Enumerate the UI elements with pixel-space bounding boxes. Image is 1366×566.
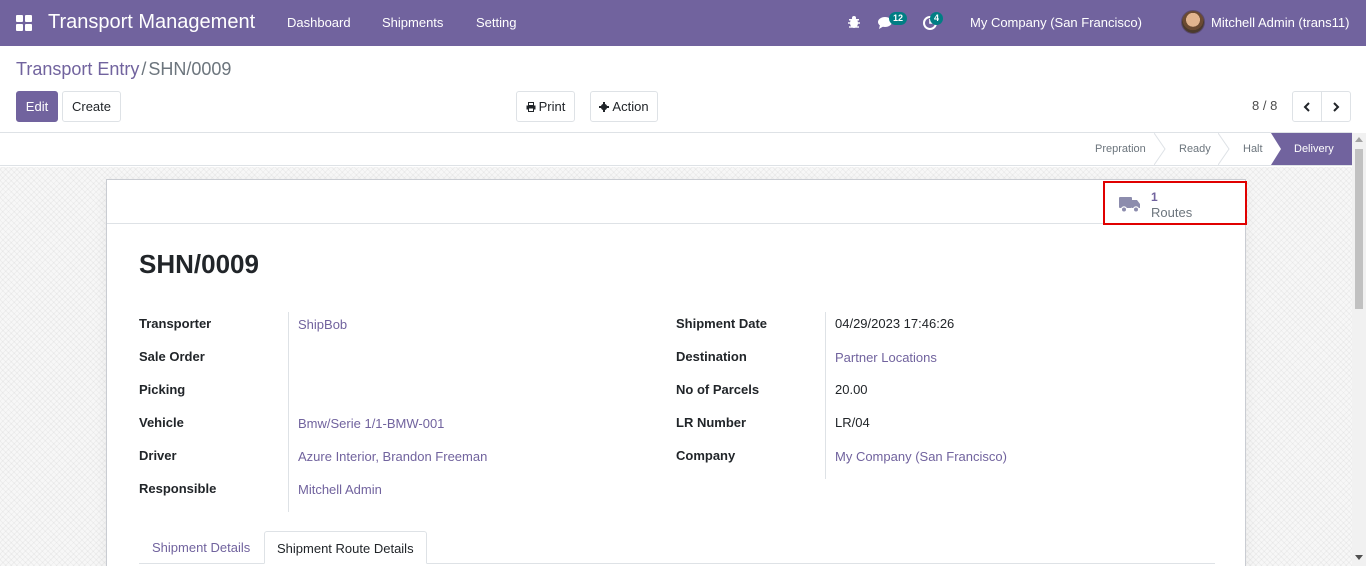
stage-separator — [1218, 133, 1230, 165]
field-value-driver[interactable]: Azure Interior, Brandon Freeman — [298, 449, 487, 464]
field-label-company: Company — [676, 448, 736, 463]
field-label-vehicle: Vehicle — [139, 415, 184, 430]
tab-shipment-route-details[interactable]: Shipment Route Details — [264, 531, 427, 564]
menu-shipments[interactable]: Shipments — [382, 15, 443, 30]
field-label-parcels: No of Parcels — [676, 382, 760, 397]
menu-dashboard[interactable]: Dashboard — [287, 15, 351, 30]
messages-badge: 12 — [889, 12, 908, 25]
stage-halt[interactable]: Halt — [1243, 133, 1263, 165]
field-label-transporter: Transporter — [139, 316, 212, 331]
field-value-vehicle[interactable]: Bmw/Serie 1/1-BMW-001 — [298, 416, 444, 431]
form-sheet: 1 Routes SHN/0009 Transporter ShipBob Sa… — [106, 179, 1247, 566]
company-switcher[interactable]: My Company (San Francisco) — [970, 15, 1142, 30]
field-value-parcels: 20.00 — [835, 382, 868, 397]
pager-previous-button[interactable] — [1292, 91, 1322, 122]
scrollbar[interactable] — [1352, 133, 1366, 566]
field-value-transporter[interactable]: ShipBob — [298, 317, 347, 332]
field-value-responsible[interactable]: Mitchell Admin — [298, 482, 382, 497]
top-navbar: Transport Management Dashboard Shipments… — [0, 0, 1366, 46]
stage-ready[interactable]: Ready — [1179, 133, 1211, 165]
field-label-driver: Driver — [139, 448, 177, 463]
pager-value[interactable]: 8 / 8 — [1252, 98, 1277, 113]
breadcrumb-current: SHN/0009 — [148, 59, 232, 79]
routes-label: Routes — [1151, 205, 1193, 220]
edit-button[interactable]: Edit — [16, 91, 58, 122]
field-value-company[interactable]: My Company (San Francisco) — [835, 449, 1007, 464]
print-button[interactable]: Print — [516, 91, 575, 122]
bug-icon[interactable] — [846, 14, 862, 30]
stage-delivery[interactable]: Delivery — [1294, 133, 1334, 165]
chevron-left-icon — [1303, 101, 1310, 112]
right-group-divider — [825, 312, 826, 479]
field-label-picking: Picking — [139, 382, 186, 397]
routes-count: 1 — [1151, 190, 1158, 204]
field-label-lr-number: LR Number — [676, 415, 747, 430]
print-icon — [526, 101, 536, 112]
breadcrumb-parent[interactable]: Transport Entry — [16, 59, 139, 79]
print-label: Print — [538, 99, 566, 114]
field-value-shipment-date: 04/29/2023 17:46:26 — [835, 316, 955, 331]
apps-menu-icon[interactable] — [16, 15, 32, 31]
app-title[interactable]: Transport Management — [48, 11, 255, 34]
breadcrumb: Transport Entry / SHN/0009 — [16, 59, 231, 80]
breadcrumb-separator: / — [141, 59, 147, 79]
create-button[interactable]: Create — [62, 91, 121, 122]
field-label-sale-order: Sale Order — [139, 349, 205, 364]
stage-prepration[interactable]: Prepration — [1095, 133, 1146, 165]
field-value-lr-number: LR/04 — [835, 415, 870, 430]
chevron-right-icon — [1333, 101, 1340, 112]
activities-badge: 4 — [930, 12, 944, 25]
left-group-divider — [288, 312, 289, 512]
stage-separator — [1154, 133, 1166, 165]
smart-button-box — [107, 180, 1245, 224]
field-label-responsible: Responsible — [139, 481, 217, 496]
menu-setting[interactable]: Setting — [476, 15, 516, 30]
scroll-down-arrow[interactable] — [1355, 555, 1363, 560]
field-label-shipment-date: Shipment Date — [676, 316, 768, 331]
scroll-up-arrow[interactable] — [1355, 137, 1363, 142]
truck-icon — [1119, 197, 1140, 213]
action-button[interactable]: Action — [590, 91, 658, 122]
record-title: SHN/0009 — [139, 249, 259, 279]
routes-smart-button[interactable]: 1 Routes — [1103, 181, 1247, 225]
statusbar: Prepration Ready Halt Delivery — [0, 133, 1352, 166]
user-menu[interactable]: Mitchell Admin (trans11) — [1211, 15, 1349, 30]
field-label-destination: Destination — [676, 349, 747, 364]
action-label: Action — [612, 99, 649, 114]
field-value-destination[interactable]: Partner Locations — [835, 350, 937, 365]
gear-icon — [599, 101, 610, 112]
pager-next-button[interactable] — [1321, 91, 1351, 122]
scroll-thumb[interactable] — [1355, 149, 1363, 309]
user-avatar[interactable] — [1181, 10, 1205, 34]
tab-shipment-details[interactable]: Shipment Details — [140, 531, 262, 564]
